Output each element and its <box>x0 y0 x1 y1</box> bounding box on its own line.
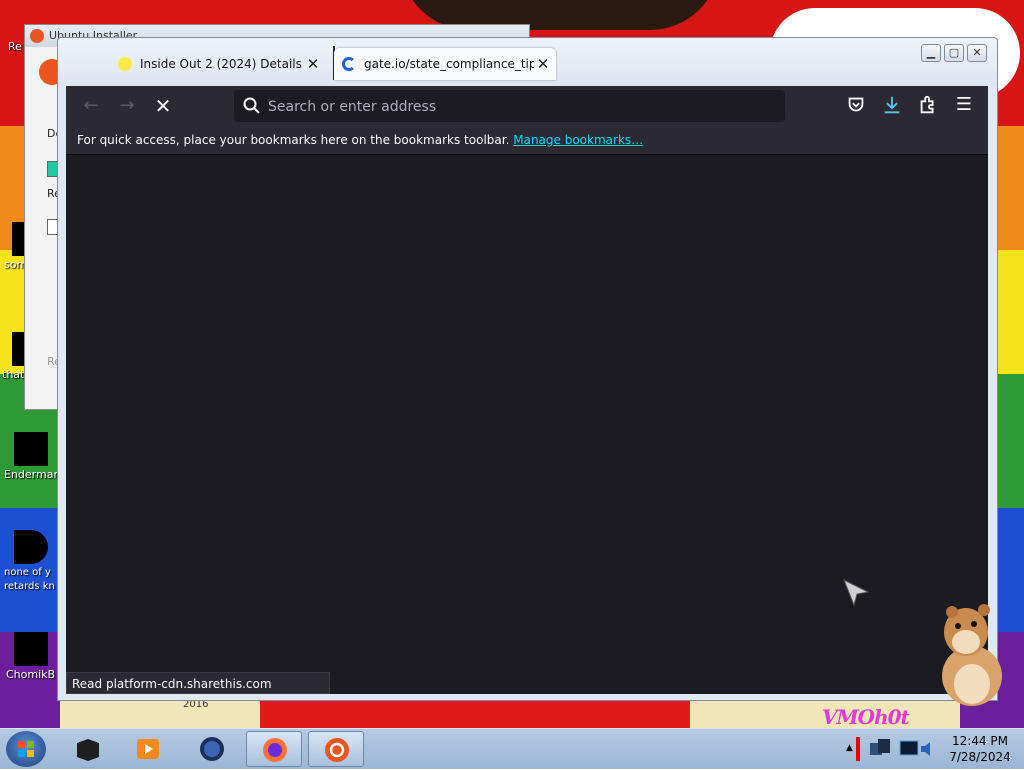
volume-icon[interactable] <box>918 739 938 759</box>
status-panel: Read platform-cdn.sharethis.com <box>66 672 330 694</box>
desktop-icon-image <box>14 530 48 564</box>
back-arrow-icon[interactable]: ← <box>78 94 104 118</box>
search-icon <box>243 97 260 114</box>
maximize-icon[interactable]: ▢ <box>944 44 964 62</box>
loading-favicon-icon <box>342 57 356 71</box>
desktop-icon-label: ChomikB <box>6 668 56 681</box>
start-button[interactable] <box>6 731 46 767</box>
tab-gate-io[interactable]: gate.io/state_compliance_tips ✕ <box>334 48 556 80</box>
tray-flag-icon <box>856 737 860 761</box>
wallpaper-watermark: VMOh0t <box>822 705 910 729</box>
puzzle-icon[interactable] <box>916 94 940 118</box>
desktop-icon-image <box>14 432 48 466</box>
window-controls: ▁ ▢ ✕ <box>921 44 987 62</box>
clock-date: 7/28/2024 <box>949 750 1011 764</box>
clock-time: 12:44 PM <box>952 734 1008 748</box>
taskbar-item-media-player[interactable] <box>120 731 176 767</box>
windows-logo-icon <box>18 741 34 757</box>
system-tray: ▲ <box>842 729 942 769</box>
forward-arrow-icon[interactable]: → <box>114 94 140 118</box>
close-tab-icon[interactable]: ✕ <box>534 55 552 73</box>
taskbar-item-globe[interactable] <box>184 731 240 767</box>
stop-icon[interactable]: ✕ <box>150 94 176 118</box>
globe-icon <box>200 737 224 761</box>
ubuntu-icon <box>30 29 44 43</box>
bookmarks-toolbar: For quick access, place your bookmarks h… <box>66 126 988 155</box>
taskbar-item-dark-app[interactable] <box>60 731 116 767</box>
hamburger-menu-icon[interactable]: ☰ <box>952 94 976 118</box>
url-input[interactable] <box>266 95 770 119</box>
hamster-image <box>942 604 1002 706</box>
ubuntu-icon <box>325 738 349 762</box>
desktop-icon-image <box>14 632 48 666</box>
taskbar-item-ubuntu[interactable] <box>308 731 364 767</box>
tab-title: gate.io/state_compliance_tips <box>364 57 534 71</box>
taskbar-item-firefox[interactable] <box>246 731 302 767</box>
desktop-icon-label: none of y retards kn <box>4 567 55 592</box>
close-tab-icon[interactable]: ✕ <box>304 55 322 73</box>
navigation-toolbar: ← → ✕ ☰ <box>66 86 988 126</box>
tab-strip[interactable]: Inside Out 2 (2024) Details & Sy ✕ gate.… <box>58 38 997 86</box>
taskbar-clock[interactable]: 12:44 PM 7/28/2024 <box>940 733 1020 765</box>
pocket-icon[interactable] <box>844 94 868 118</box>
address-bar[interactable] <box>234 90 785 122</box>
sun-favicon-icon <box>118 57 132 71</box>
tab-title: Inside Out 2 (2024) Details & Sy <box>140 57 304 71</box>
firefox-icon <box>263 738 287 762</box>
desktop-icon-chomik[interactable]: ChomikB <box>0 632 58 682</box>
network-icon[interactable] <box>868 737 892 761</box>
download-icon[interactable] <box>880 94 904 118</box>
manage-bookmarks-link[interactable]: Manage bookmarks… <box>513 133 643 147</box>
bookmarks-message-line: For quick access, place your bookmarks h… <box>77 126 643 154</box>
dark-box-icon <box>77 739 99 761</box>
close-window-icon[interactable]: ✕ <box>967 44 987 62</box>
mouse-cursor-icon <box>843 578 870 607</box>
media-player-icon <box>137 739 159 759</box>
taskbar: ▲ 12:44 PM 7/28/2024 <box>0 728 1024 769</box>
show-hidden-icons-icon[interactable]: ▲ <box>846 743 853 753</box>
desktop-icon-enderman[interactable]: Enderman <box>0 432 58 482</box>
bookmarks-message: For quick access, place your bookmarks h… <box>77 133 510 147</box>
tab-inside-out[interactable]: Inside Out 2 (2024) Details & Sy ✕ <box>110 48 326 80</box>
desktop-icon-label: Enderman <box>4 468 58 481</box>
desktop-icon-none[interactable]: none of y retards kn <box>0 530 62 594</box>
minimize-icon[interactable]: ▁ <box>921 44 941 62</box>
